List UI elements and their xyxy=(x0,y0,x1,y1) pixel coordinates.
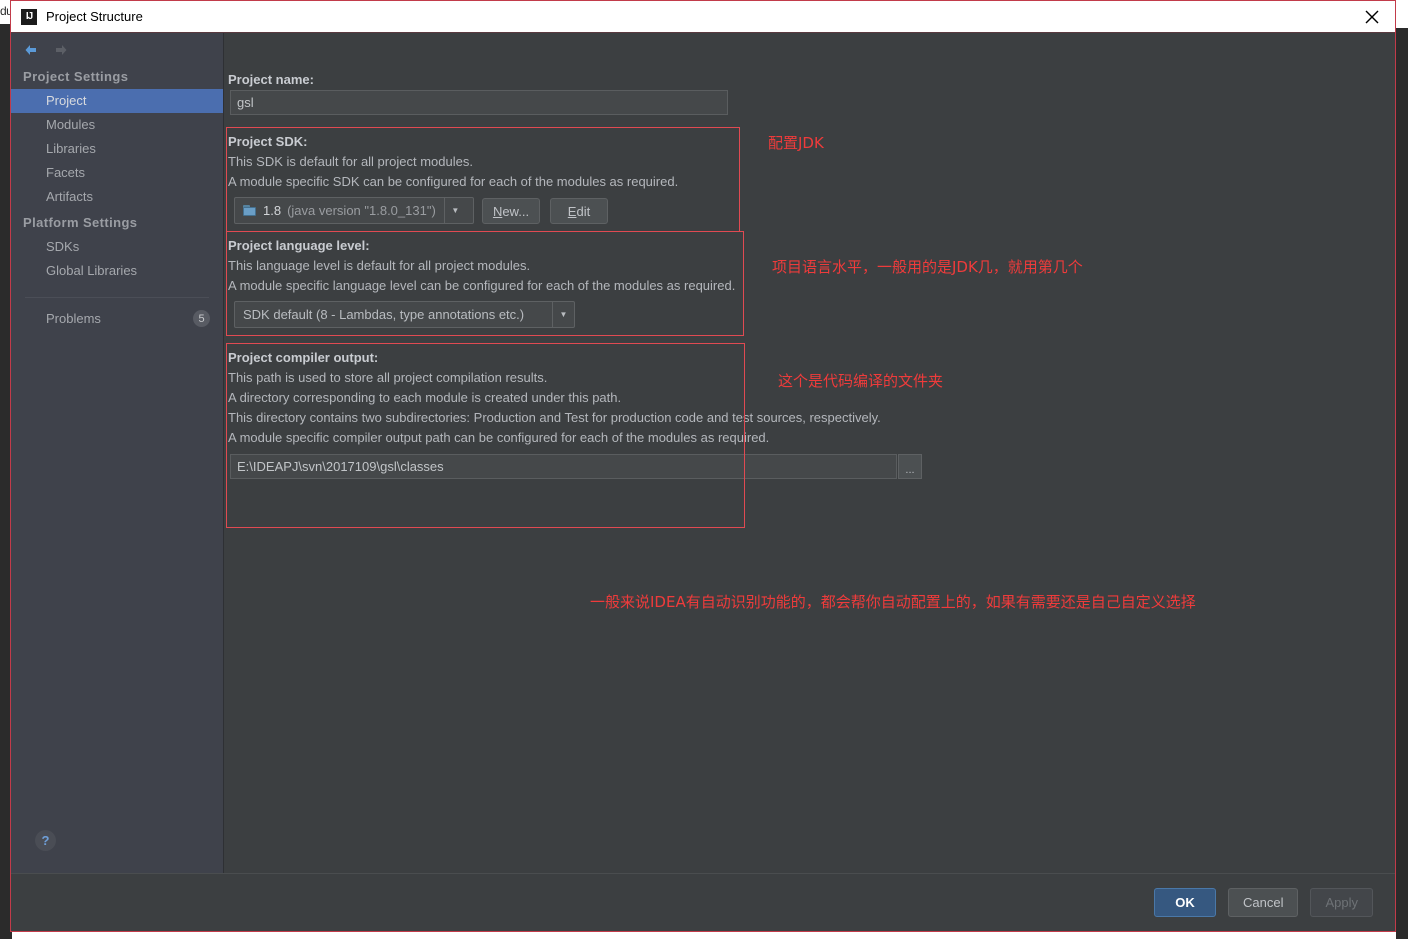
sidebar-item-problems[interactable]: Problems 5 xyxy=(11,298,223,327)
new-sdk-button-label: ew... xyxy=(502,203,530,219)
sidebar-item-artifacts[interactable]: Artifacts xyxy=(11,185,223,209)
ok-button[interactable]: OK xyxy=(1154,888,1216,917)
help-container: ? xyxy=(11,830,223,873)
background-editor-strip-right xyxy=(1396,28,1408,939)
project-settings-panel: Project name: Project SDK: This SDK is d… xyxy=(224,33,1395,873)
forward-arrow-icon[interactable] xyxy=(53,42,69,58)
annotation-configure-jdk: 配置JDK xyxy=(768,134,824,152)
language-level-value: SDK default (8 - Lambdas, type annotatio… xyxy=(243,307,525,322)
compiler-output-path-input[interactable] xyxy=(230,454,897,479)
browse-compiler-output-button[interactable]: ... xyxy=(898,454,922,479)
sidebar-group-platform-settings: Platform Settings xyxy=(23,215,138,230)
project-sdk-label: Project SDK: xyxy=(228,134,308,149)
jdk-icon xyxy=(243,204,257,217)
chevron-down-icon[interactable]: ▼ xyxy=(443,198,466,223)
intellij-idea-icon: IJ xyxy=(21,8,37,25)
dialog-footer: OK Cancel Apply xyxy=(11,873,1395,931)
project-sdk-version: 1.8 xyxy=(263,203,282,218)
project-sdk-desc-1: This SDK is default for all project modu… xyxy=(228,154,473,169)
project-sdk-detail: (java version "1.8.0_131") xyxy=(287,203,436,218)
problems-count-badge: 5 xyxy=(193,310,210,327)
annotation-auto-detect: 一般来说IDEA有自动识别功能的，都会帮你自动配置上的，如果有需要还是自己自定义… xyxy=(590,593,1196,611)
new-sdk-button[interactable]: New... xyxy=(482,198,540,224)
cancel-button[interactable]: Cancel xyxy=(1228,888,1299,917)
project-structure-dialog: IJ Project Structure Project Settings Pr… xyxy=(10,0,1396,932)
project-name-input[interactable] xyxy=(230,90,728,115)
compiler-output-desc-1: This path is used to store all project c… xyxy=(228,370,548,385)
project-name-label: Project name: xyxy=(228,72,314,87)
compiler-output-desc-2: A directory corresponding to each module… xyxy=(228,390,622,405)
apply-button[interactable]: Apply xyxy=(1310,888,1373,917)
dialog-title: Project Structure xyxy=(46,9,143,24)
dialog-titlebar: IJ Project Structure xyxy=(11,1,1395,32)
edit-sdk-button[interactable]: Edit xyxy=(550,198,608,224)
annotation-language-level: 项目语言水平，一般用的是JDK几，就用第几个 xyxy=(772,258,1083,276)
new-sdk-button-mnemonic: N xyxy=(492,203,503,219)
sidebar-item-global-libraries[interactable]: Global Libraries xyxy=(11,259,223,283)
sidebar-item-sdks[interactable]: SDKs xyxy=(11,235,223,259)
edit-sdk-button-mnemonic: E xyxy=(567,203,577,219)
sidebar-group-project-settings: Project Settings xyxy=(23,69,129,84)
compiler-output-desc-4: A module specific compiler output path c… xyxy=(228,430,770,445)
compiler-output-desc-3: This directory contains two subdirectori… xyxy=(228,410,881,425)
sidebar-item-modules[interactable]: Modules xyxy=(11,113,223,137)
back-arrow-icon[interactable] xyxy=(23,42,39,58)
help-icon[interactable]: ? xyxy=(35,830,56,851)
sidebar-item-project[interactable]: Project xyxy=(11,89,223,113)
language-level-label: Project language level: xyxy=(228,238,370,253)
project-sdk-desc-2: A module specific SDK can be configured … xyxy=(228,174,679,189)
edit-sdk-button-label: dit xyxy=(576,203,591,219)
settings-sidebar: Project Settings Project Modules Librari… xyxy=(11,33,224,873)
problems-label: Problems xyxy=(46,311,101,326)
sidebar-navigation xyxy=(11,37,223,63)
annotation-compiler-output: 这个是代码编译的文件夹 xyxy=(778,372,944,390)
project-sdk-combo-value-wrap: 1.8 (java version "1.8.0_131") xyxy=(235,198,444,223)
sidebar-item-libraries[interactable]: Libraries xyxy=(11,137,223,161)
chevron-down-icon[interactable]: ▼ xyxy=(552,302,574,327)
sidebar-item-facets[interactable]: Facets xyxy=(11,161,223,185)
compiler-output-label: Project compiler output: xyxy=(228,350,379,365)
language-level-combobox[interactable]: SDK default (8 - Lambdas, type annotatio… xyxy=(234,301,575,328)
project-sdk-combobox[interactable]: 1.8 (java version "1.8.0_131") ▼ xyxy=(234,197,474,224)
close-icon[interactable] xyxy=(1349,1,1395,32)
language-level-desc-2: A module specific language level can be … xyxy=(228,278,736,293)
language-level-desc-1: This language level is default for all p… xyxy=(228,258,531,273)
language-level-combo-value-wrap: SDK default (8 - Lambdas, type annotatio… xyxy=(235,302,552,327)
dialog-body: Project Settings Project Modules Librari… xyxy=(11,32,1395,873)
